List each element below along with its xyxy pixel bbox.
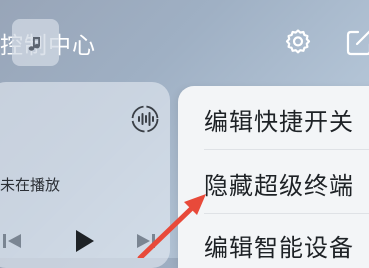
edit-icon[interactable] [346,28,369,56]
menu-item-hide-super-device[interactable]: 隐藏超级终端 [204,166,369,201]
next-icon[interactable] [134,230,158,252]
menu-item-edit-shortcuts[interactable]: 编辑快捷开关 [204,102,369,137]
audio-output-icon[interactable] [130,104,160,134]
menu-divider [204,149,369,150]
menu-divider [204,213,369,214]
control-center: 控制中心 [0,0,369,268]
previous-icon[interactable] [0,230,24,252]
play-icon[interactable] [72,228,96,254]
popup-menu: 编辑快捷开关 隐藏超级终端 编辑智能设备 [178,86,369,268]
gear-icon[interactable] [284,28,312,56]
playback-status: 未在播放 [0,176,61,194]
music-note-icon [26,35,44,53]
